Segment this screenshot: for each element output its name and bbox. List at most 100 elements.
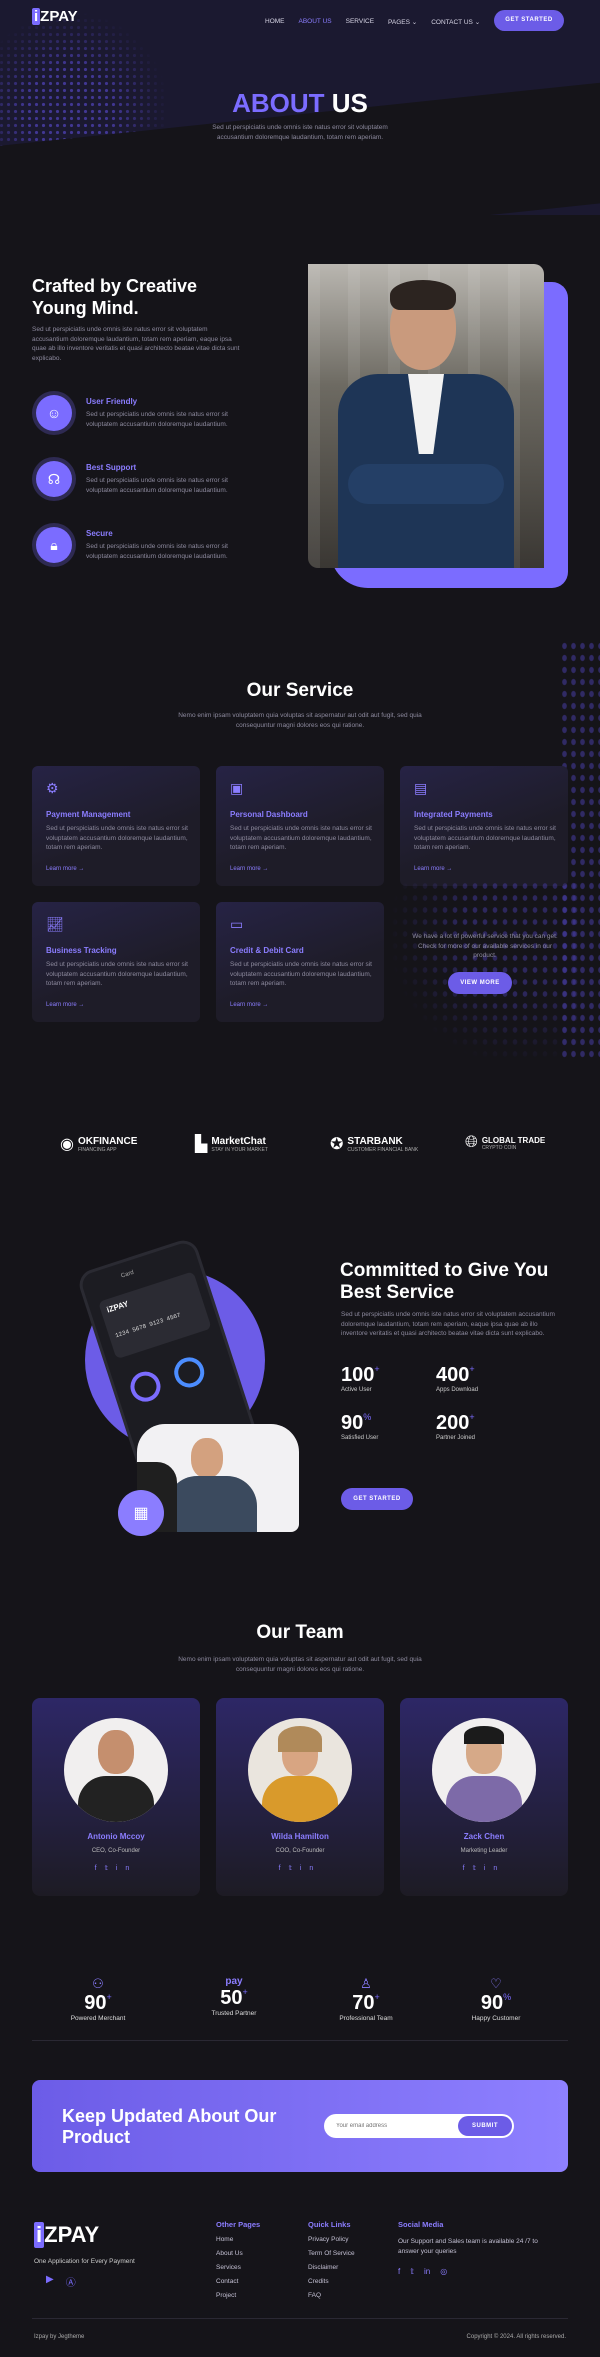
service-card[interactable]: 📈︎ Business Tracking Sed ut perspiciatis… [32, 902, 200, 1022]
nav-about[interactable]: ABOUT US [299, 18, 332, 26]
facebook-icon[interactable]: f [95, 1865, 105, 1872]
learn-more-link[interactable]: Learn more → [46, 866, 84, 872]
stat-apps-download: 400+ Apps Download [436, 1364, 479, 1393]
newsletter-title: Keep Updated About Our Product [62, 2106, 277, 2147]
app-store-icon[interactable]: Ⓐ [66, 2274, 76, 2289]
gear-card-icon: ⚙ [46, 780, 59, 796]
learn-more-link[interactable]: Learn more → [230, 866, 268, 872]
footer-link[interactable]: About Us [216, 2247, 260, 2261]
team-card[interactable]: Wilda Hamilton COO, Co-Founder f𝕥in [216, 1698, 384, 1896]
learn-more-link[interactable]: Learn more → [230, 1002, 268, 1008]
logo[interactable]: i ZPAY [32, 8, 78, 25]
hero-subtitle: Sed ut perspiciatis unde omnis iste natu… [212, 124, 388, 141]
chevron-down-icon: ⌄ [411, 19, 418, 26]
service-card[interactable]: ▭ Credit & Debit Card Sed ut perspiciati… [216, 902, 384, 1022]
merchant-icon: ⚇ [92, 1976, 104, 1991]
submit-button[interactable]: SUBMIT [458, 2116, 512, 2136]
team-title: Our Team [256, 1622, 344, 1643]
footer-link[interactable]: Contact [216, 2275, 260, 2289]
linkedin-icon[interactable]: in [424, 2267, 430, 2276]
member-name: Antonio Mccoy [87, 1832, 145, 1841]
footer-col-quick-links: Quick Links Privacy Policy Term Of Servi… [308, 2220, 355, 2303]
footer-col-social: Social Media Our Support and Sales team … [398, 2220, 538, 2276]
team-subtitle: Nemo enim ipsam voluptatem quia voluptas… [178, 1656, 422, 1673]
feature-body: User Friendly Sed ut perspiciatis unde o… [86, 397, 228, 428]
facebook-icon[interactable]: f [279, 1865, 289, 1872]
dashboard-icon: ▣ [230, 780, 244, 796]
twitter-icon[interactable]: 𝕥 [105, 1865, 116, 1872]
learn-more-link[interactable]: Learn more → [414, 866, 452, 872]
facebook-icon[interactable]: f [463, 1865, 473, 1872]
commit-text: Sed ut perspiciatis unde omnis iste natu… [341, 1311, 555, 1337]
email-input[interactable] [336, 2120, 446, 2132]
footer-tagline: One Application for Every Payment [34, 2258, 135, 2265]
globe-logo-icon: 🌐︎ [465, 1134, 478, 1151]
footer-link[interactable]: FAQ [308, 2289, 355, 2303]
twitter-icon[interactable]: 𝕥 [473, 1865, 484, 1872]
footer-link[interactable]: Project [216, 2289, 260, 2303]
member-socials: f𝕥in [32, 1864, 200, 1872]
member-name: Zack Chen [463, 1832, 505, 1841]
footer-link[interactable]: Credits [308, 2275, 355, 2289]
okfinance-logo-icon: ◉ [60, 1136, 74, 1153]
nav-home[interactable]: HOME [265, 18, 285, 26]
app-store-links: ▶ Ⓐ [34, 2274, 76, 2289]
service-card[interactable]: ▣ Personal Dashboard Sed ut perspiciatis… [216, 766, 384, 886]
nav-service[interactable]: SERVICE [346, 18, 374, 26]
member-role: COO, Co-Founder [275, 1848, 325, 1854]
member-role: Marketing Leader [460, 1848, 508, 1854]
team-card[interactable]: Zack Chen Marketing Leader f𝕥in [400, 1698, 568, 1896]
counter-team: ♙ 70+ Professional Team [316, 1976, 416, 2022]
facebook-icon[interactable]: f [398, 2267, 400, 2276]
member-name: Wilda Hamilton [271, 1832, 329, 1841]
about-text: Sed ut perspiciatis unde omnis iste natu… [32, 326, 240, 362]
service-card[interactable]: ⚙ Payment Management Sed ut perspiciatis… [32, 766, 200, 886]
feature-body: Best Support Sed ut perspiciatis unde om… [86, 463, 228, 494]
member-role: CEO, Co-Founder [91, 1848, 141, 1854]
brand-starbank[interactable]: ✪ STARBANK CUSTOMER FINANCIAL BANK [330, 1134, 418, 1154]
brand-globaltrade[interactable]: 🌐︎ GLOBAL TRADE CRYPTO COIN [465, 1134, 545, 1152]
play-store-icon[interactable]: ▶ [46, 2274, 54, 2289]
divider [32, 2318, 568, 2319]
avatar [64, 1718, 168, 1822]
view-more-button[interactable]: VIEW MORE [448, 972, 512, 994]
newsletter-form: SUBMIT [324, 2114, 514, 2138]
more-services-text: We have a lot of powerful service that y… [412, 933, 558, 959]
pay-icon: pay [225, 1976, 243, 1987]
counter-merchant: ⚇ 90+ Powered Merchant [48, 1976, 148, 2022]
footer-copyright: Copyright © 2024. All rights reserved. [466, 2334, 566, 2340]
nav-pages[interactable]: PAGES ⌄ [388, 18, 417, 26]
footer-link[interactable]: Privacy Policy [308, 2233, 355, 2247]
footer-link[interactable]: Home [216, 2233, 260, 2247]
linkedin-icon[interactable]: in [484, 1865, 505, 1872]
service-card[interactable]: ▤ Integrated Payments Sed ut perspiciati… [400, 766, 568, 886]
stat-partner-joined: 200+ Partner Joined [436, 1412, 476, 1441]
instagram-icon[interactable]: ◎ [440, 2267, 447, 2276]
stat-satisfied-user: 90% Satisfied User [341, 1412, 379, 1441]
get-started-button[interactable]: GET STARTED [494, 10, 564, 31]
page-title: ABOUT US [232, 88, 368, 118]
stat-active-user: 100+ Active User [341, 1364, 380, 1393]
service-title: Our Service [246, 680, 354, 701]
brand-okfinance[interactable]: ◉ OKFINANCE FINANCING APP [60, 1134, 137, 1154]
footer-link[interactable]: Term Of Service [308, 2247, 355, 2261]
footer-link[interactable]: Disclaimer [308, 2261, 355, 2275]
wallet-icon: ▦ [118, 1490, 164, 1536]
smile-icon: ☺ [36, 395, 72, 431]
linkedin-icon[interactable]: in [300, 1865, 321, 1872]
learn-more-link[interactable]: Learn more → [46, 1002, 84, 1008]
footer-link[interactable]: Services [216, 2261, 260, 2275]
twitter-icon[interactable]: 𝕥 [410, 2267, 414, 2276]
footer-logo[interactable]: iZPAY [34, 2222, 99, 2248]
team-card[interactable]: Antonio Mccoy CEO, Co-Founder f𝕥in [32, 1698, 200, 1896]
chevron-down-icon: ⌄ [474, 19, 481, 26]
brand-marketchat[interactable]: ▙ MarketChat STAY IN YOUR MARKET [195, 1134, 268, 1154]
commit-get-started-button[interactable]: GET STARTED [341, 1488, 413, 1510]
twitter-icon[interactable]: 𝕥 [289, 1865, 300, 1872]
divider [32, 2040, 568, 2041]
nav-contact[interactable]: CONTACT US ⌄ [431, 18, 480, 26]
social-icons: f 𝕥 in ◎ [398, 2267, 538, 2276]
service-subtitle: Nemo enim ipsam voluptatem quia voluptas… [178, 712, 422, 729]
linkedin-icon[interactable]: in [116, 1865, 137, 1872]
member-socials: f𝕥in [216, 1864, 384, 1872]
